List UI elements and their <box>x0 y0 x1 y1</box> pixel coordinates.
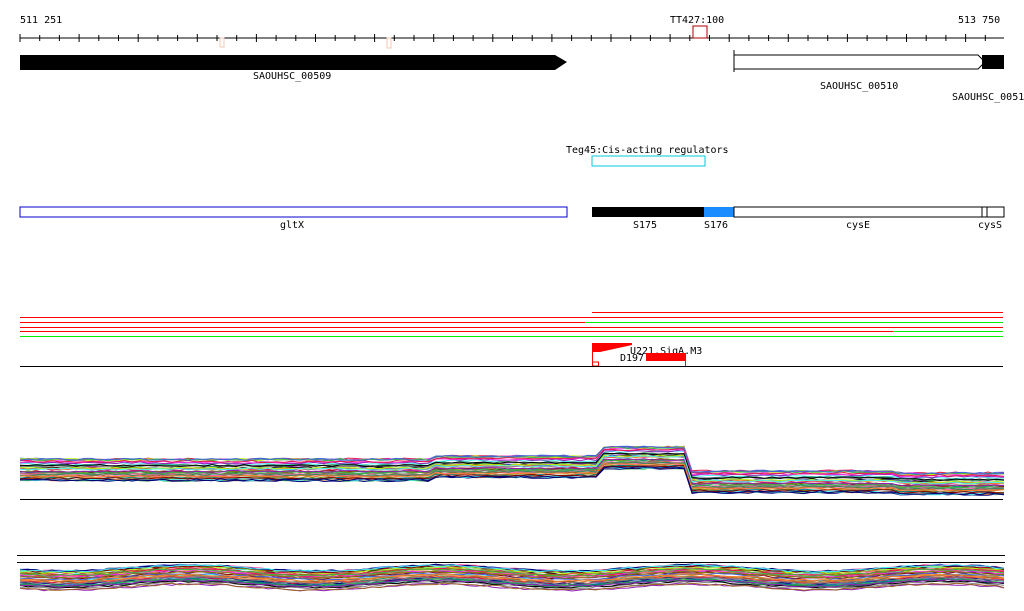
gene-arrow-saouhsc-0051[interactable] <box>982 55 1004 69</box>
gene-label: SAOUHSC_00509 <box>253 71 331 82</box>
gene-label: SAOUHSC_0051 <box>952 92 1024 103</box>
operon-label: cysE <box>846 220 870 231</box>
operon-label: S176 <box>704 220 728 231</box>
feature-small-box[interactable] <box>592 361 599 367</box>
feature-label-d197: D197 <box>620 353 644 364</box>
gene-label: SAOUHSC_00510 <box>820 81 898 92</box>
condition-lines <box>20 312 1003 337</box>
gene-arrow-saouhsc-00509[interactable] <box>20 55 567 70</box>
operon-gltx[interactable] <box>19 206 568 218</box>
gene-arrow-saouhsc-00510[interactable] <box>733 54 986 70</box>
ruler-end-label: 513 750 <box>958 15 1000 26</box>
sigma-feature[interactable] <box>592 343 632 352</box>
operon-label: cysS <box>978 220 1002 231</box>
regulator-box[interactable] <box>591 155 706 167</box>
site-marker[interactable] <box>386 37 392 49</box>
operon-s175[interactable] <box>592 207 704 217</box>
operon-s176[interactable] <box>704 207 734 217</box>
operon-label: gltX <box>280 220 304 231</box>
expression-track-2 <box>19 563 1005 592</box>
feature-d197[interactable] <box>646 353 686 361</box>
site-marker[interactable] <box>219 37 225 48</box>
ruler-start-label: 511 251 <box>20 15 62 26</box>
marker-label: TT427:100 <box>670 15 724 26</box>
tt427-marker[interactable] <box>692 25 708 39</box>
genome-browser-canvas[interactable]: 511 251 513 750 TT427:100 SAOUHSC_00509 … <box>0 0 1024 611</box>
operon-cyse[interactable] <box>733 206 983 218</box>
regulator-label: Teg45:Cis-acting regulators <box>566 145 729 156</box>
operon-label: S175 <box>633 220 657 231</box>
expression-track-1 <box>19 445 1005 496</box>
operon-cyss[interactable] <box>981 206 1005 218</box>
